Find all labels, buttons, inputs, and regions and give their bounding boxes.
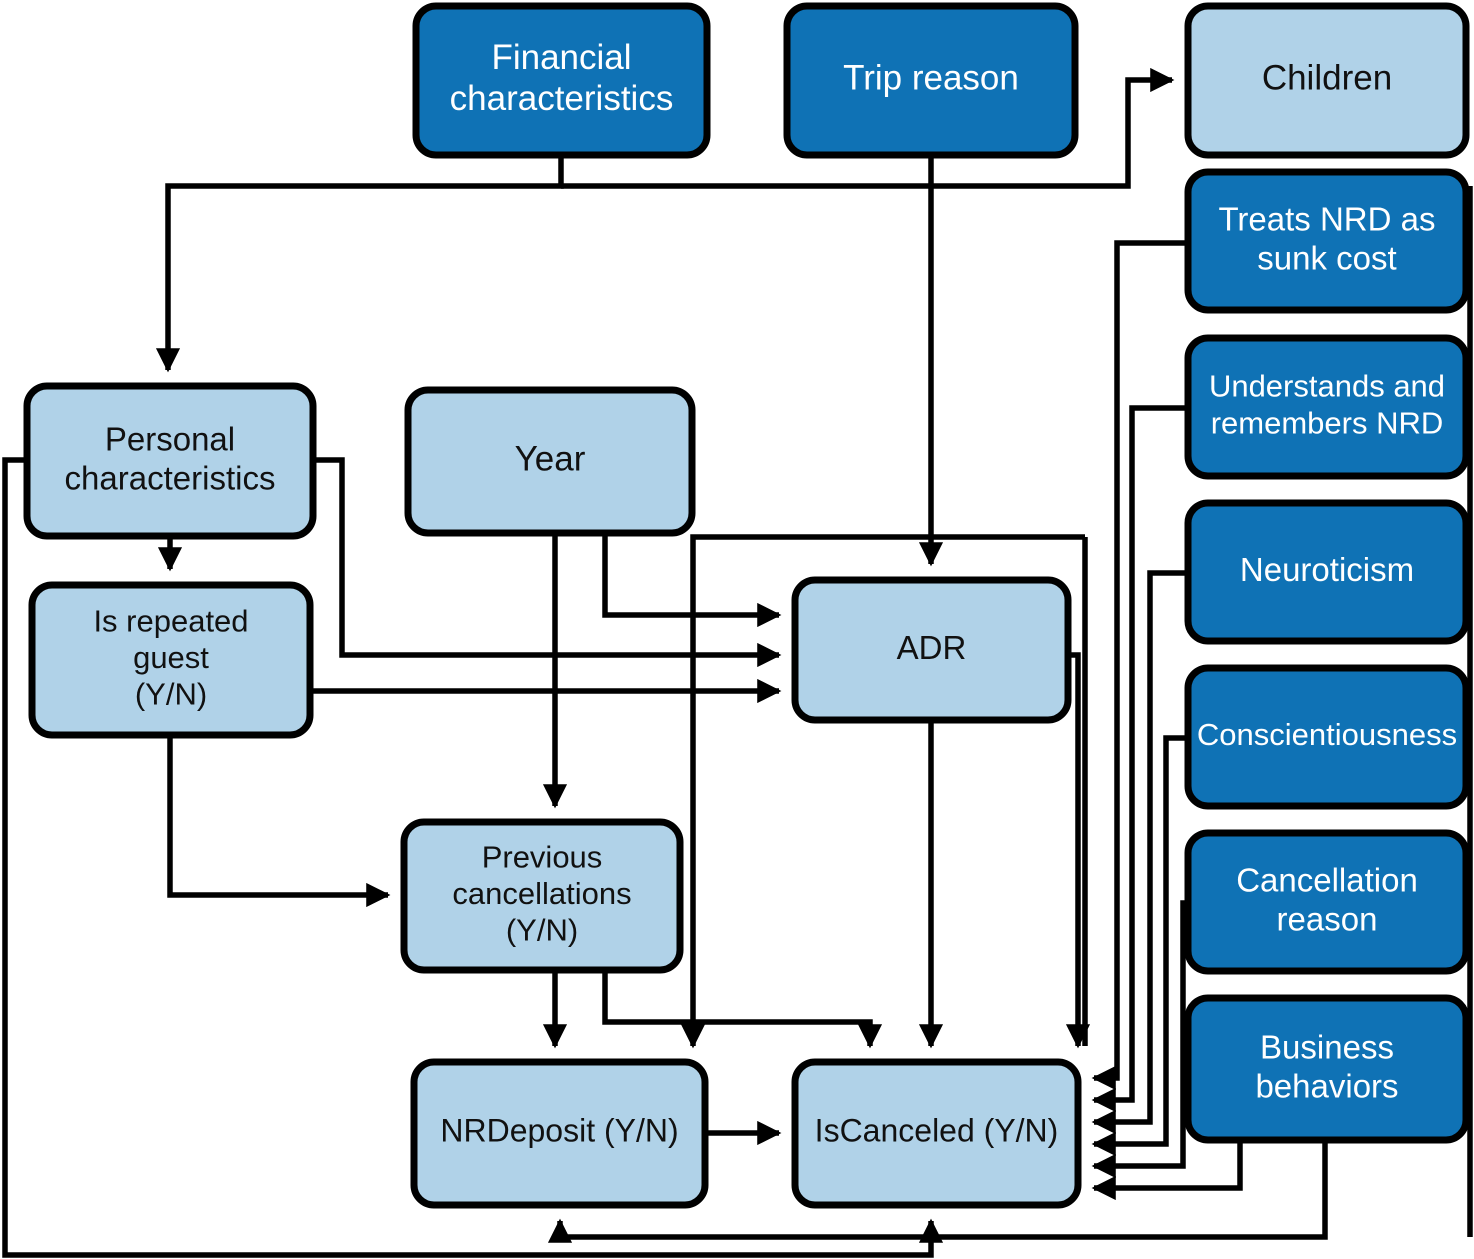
node-box-adr[interactable]	[791, 576, 1072, 724]
node-box-treats_nrd_sunk_cost[interactable]	[1184, 168, 1470, 314]
node-box-personal_characteristics[interactable]	[23, 382, 317, 540]
node-conscientiousness[interactable]: Conscientiousness	[1184, 664, 1470, 810]
node-box-trip_reason[interactable]	[783, 2, 1079, 159]
node-is_repeated_guest[interactable]: Is repeated guest (Y/N)	[28, 581, 314, 739]
node-previous_cancellations[interactable]: Previous cancellations (Y/N)	[400, 818, 684, 974]
node-iscanceled[interactable]: IsCanceled (Y/N)	[791, 1058, 1082, 1209]
edge-treats-nrd-to-iscanceled	[1091, 240, 1188, 1091]
node-box-nrdeposit[interactable]	[410, 1058, 709, 1209]
edge-conscientiousness-to-iscanceled	[1091, 735, 1188, 1157]
node-box-children[interactable]	[1184, 2, 1470, 159]
node-box-conscientiousness[interactable]	[1184, 664, 1470, 810]
edge-cancellation-reason-to-iscanceled	[1091, 900, 1188, 1179]
node-box-previous_cancellations[interactable]	[400, 818, 684, 974]
node-children[interactable]: Children	[1184, 2, 1470, 159]
edge-adr-to-iscanceled	[1065, 652, 1091, 1049]
node-box-is_repeated_guest[interactable]	[28, 581, 314, 739]
node-box-business_behaviors[interactable]	[1184, 994, 1470, 1144]
edge-neuroticism-to-iscanceled	[1091, 570, 1188, 1135]
node-neuroticism[interactable]: Neuroticism	[1184, 499, 1470, 645]
node-box-financial_characteristics[interactable]	[412, 2, 711, 159]
node-adr[interactable]: ADR	[791, 576, 1072, 724]
edge-financial-to-personal	[155, 155, 564, 373]
node-box-neuroticism[interactable]	[1184, 499, 1470, 645]
diagram-canvas: Financial characteristics Trip reason Child…	[0, 0, 1474, 1259]
node-understands_remembers_nrd[interactable]: Understands and remembers NRD	[1184, 334, 1470, 480]
node-year[interactable]: Year	[404, 386, 696, 537]
node-treats_nrd_sunk_cost[interactable]: Treats NRD as sunk cost	[1184, 168, 1470, 314]
causal-diagram: Financial characteristics Trip reason Child…	[2, 2, 1473, 1258]
node-cancellation_reason[interactable]: Cancellation reason	[1184, 829, 1470, 975]
node-box-iscanceled[interactable]	[791, 1058, 1082, 1209]
edge-repeated-guest-to-prevcanc	[167, 735, 391, 908]
node-business_behaviors[interactable]: Business behaviors	[1184, 994, 1470, 1144]
node-financial_characteristics[interactable]: Financial characteristics	[412, 2, 711, 159]
node-box-understands_remembers_nrd[interactable]	[1184, 334, 1470, 480]
node-box-cancellation_reason[interactable]	[1184, 829, 1470, 975]
node-trip_reason[interactable]: Trip reason	[783, 2, 1079, 159]
node-personal_characteristics[interactable]: Personal characteristics	[23, 382, 317, 540]
node-nrdeposit[interactable]: NRDeposit (Y/N)	[410, 1058, 709, 1209]
edge-prevcanc-to-iscanceled	[602, 970, 883, 1049]
edge-understands-to-iscanceled	[1091, 405, 1188, 1113]
node-box-year[interactable]	[404, 386, 696, 537]
